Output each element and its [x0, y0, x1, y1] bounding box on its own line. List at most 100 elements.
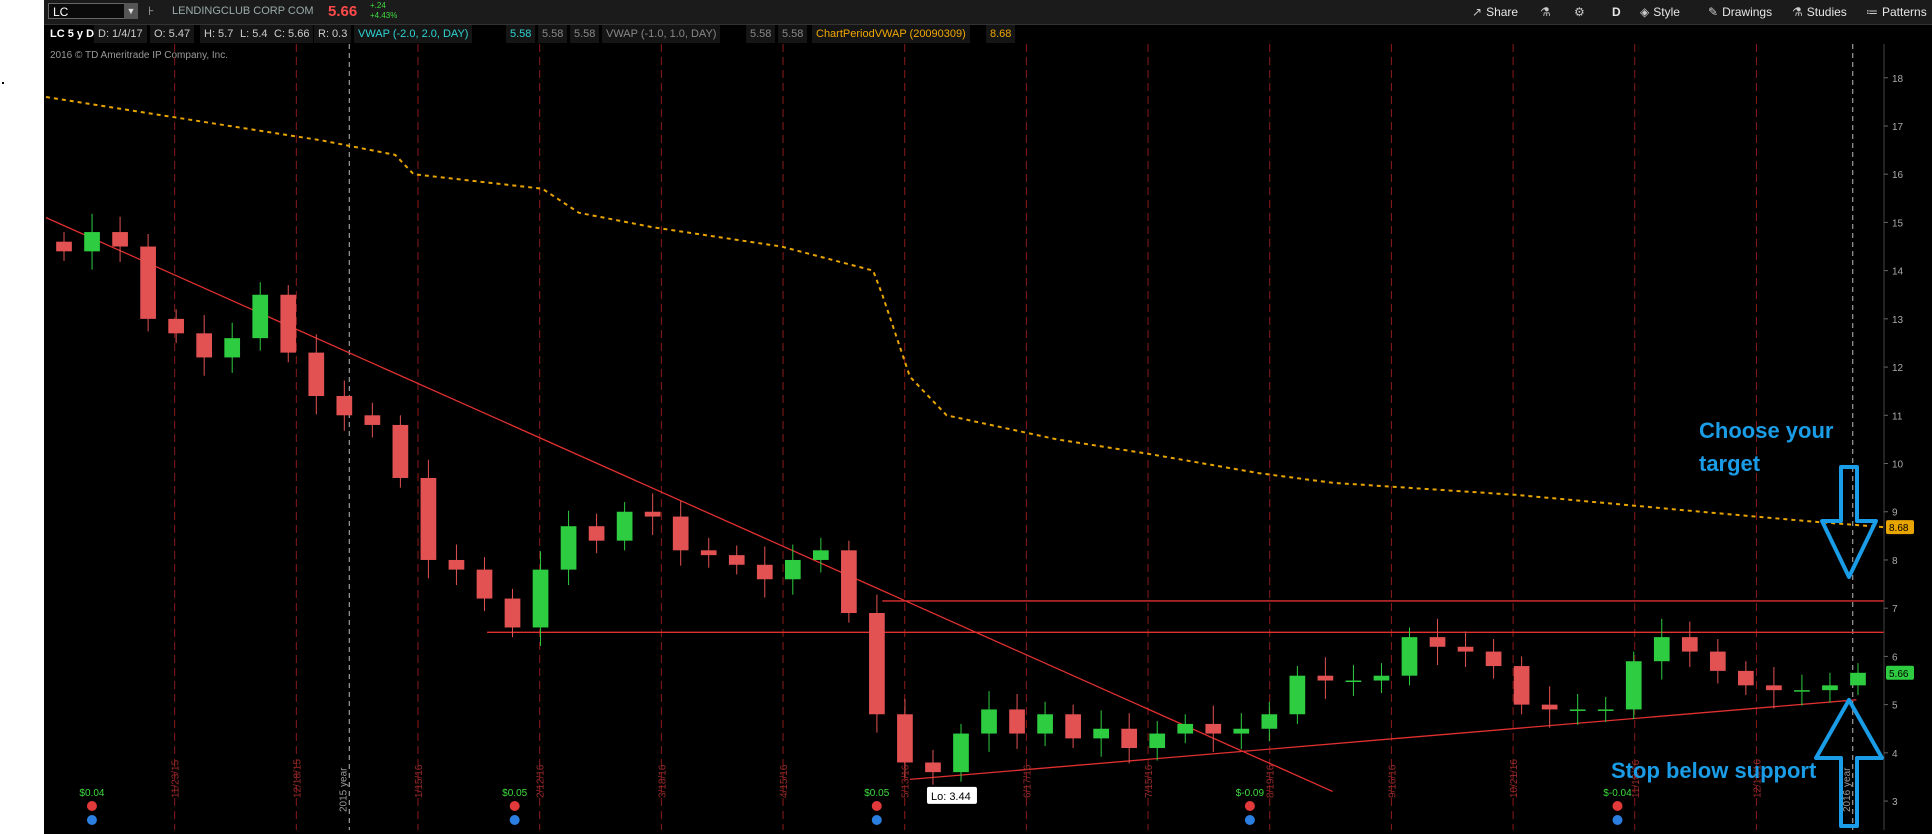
earnings-icon — [1244, 801, 1255, 811]
candle — [392, 415, 409, 488]
candle-body — [1317, 675, 1334, 681]
price-tick-label: 11 — [1892, 411, 1903, 422]
candle — [336, 380, 353, 431]
candle — [364, 402, 381, 438]
price-tick-label: 14 — [1892, 267, 1904, 278]
earnings-label: $0.05 — [864, 788, 889, 799]
candle-body — [1597, 709, 1614, 711]
candle-body — [1766, 685, 1782, 691]
price-tick-label: 15 — [1892, 218, 1904, 229]
candle — [700, 537, 717, 568]
candle — [1569, 694, 1586, 725]
candle-body — [532, 569, 549, 628]
price-tick-label: 4 — [1892, 749, 1898, 760]
candle — [925, 749, 941, 785]
earnings-label: $-0.09 — [1236, 788, 1265, 799]
candle-body — [1065, 714, 1081, 739]
candle — [560, 510, 577, 586]
trendline-downtrend — [45, 217, 1333, 793]
candle-body — [1485, 651, 1502, 667]
x-date-label: 7/15/16 — [1144, 764, 1155, 798]
candle — [504, 588, 521, 638]
candle — [1289, 666, 1306, 724]
candle-body — [700, 550, 717, 556]
candle — [672, 501, 689, 566]
candle — [112, 216, 128, 262]
candle-body — [308, 352, 325, 397]
candle — [1401, 627, 1418, 686]
candle — [1205, 705, 1222, 752]
candle — [1345, 665, 1362, 696]
candle-body — [1373, 675, 1390, 681]
stop-annotation: Stop below support — [1611, 758, 1817, 783]
candle-body — [756, 564, 773, 580]
candle — [784, 544, 801, 595]
earnings-label: $0.05 — [502, 788, 527, 799]
candle — [1261, 701, 1278, 742]
candle-body — [1513, 666, 1530, 705]
x-date-label: 12/18/15 — [292, 759, 303, 798]
candle — [84, 213, 100, 270]
price-tick-label: 12 — [1892, 363, 1904, 374]
candle-body — [644, 511, 661, 517]
candle — [448, 544, 465, 586]
dividend-icon — [1612, 815, 1623, 825]
candle — [1681, 621, 1698, 668]
candle-body — [953, 733, 969, 773]
candle-body — [1541, 704, 1558, 710]
candle-body — [504, 598, 521, 628]
x-date-label: 11/23/15 — [171, 759, 182, 798]
candle — [252, 282, 269, 351]
earnings-label: $-0.04 — [1603, 788, 1632, 799]
candle-body — [812, 550, 829, 560]
candle — [1653, 618, 1670, 680]
down-arrow-icon — [1820, 465, 1878, 579]
price-tick-label: 16 — [1892, 170, 1904, 181]
candle-body — [784, 559, 801, 580]
dividend-icon — [1244, 815, 1255, 825]
target-annotation-line2: target — [1699, 451, 1761, 476]
candle — [280, 285, 297, 363]
candle-body — [392, 424, 409, 478]
candle — [1037, 701, 1053, 747]
candle-body — [1261, 714, 1278, 729]
candle — [56, 232, 72, 261]
candle — [1541, 686, 1558, 728]
candle — [1149, 721, 1166, 761]
candle-body — [1457, 646, 1474, 652]
candle — [1794, 674, 1810, 706]
candle-body — [1093, 728, 1110, 739]
candle-body — [672, 516, 689, 551]
candle — [420, 459, 437, 579]
candle-body — [1625, 661, 1642, 710]
candle-body — [588, 526, 605, 541]
candle-body — [897, 714, 913, 763]
candle-body — [728, 555, 745, 565]
candle — [981, 691, 997, 752]
candle — [476, 557, 493, 612]
price-chart[interactable]: 11/23/15 12/18/15 1/15/16 2/12/16 3/18/16 4/1… — [44, 0, 1932, 834]
candle — [1121, 713, 1138, 764]
candle — [1009, 694, 1025, 749]
candle — [1373, 663, 1390, 694]
candle — [841, 540, 857, 623]
price-tick-label: 17 — [1892, 122, 1904, 133]
candle-body — [1289, 675, 1306, 715]
candle-body — [56, 241, 72, 252]
candle — [1065, 704, 1081, 749]
candle — [588, 513, 605, 554]
candle-body — [364, 415, 381, 425]
candle — [1738, 661, 1754, 695]
candle — [1429, 618, 1446, 666]
dividend-icon — [871, 815, 882, 825]
candle — [308, 334, 325, 415]
candle-body — [168, 318, 184, 334]
candle — [953, 723, 969, 782]
price-marker-label: 5.66 — [1889, 669, 1909, 680]
chart-application: LC ▼ ⊦ LENDINGCLUB CORP COM 5.66 +.24 +4… — [44, 0, 1932, 834]
candle-body — [1149, 733, 1166, 749]
candle — [532, 551, 549, 646]
candle-body — [1009, 709, 1025, 734]
price-tick-label: 10 — [1892, 460, 1904, 471]
earnings-icon — [86, 801, 97, 811]
